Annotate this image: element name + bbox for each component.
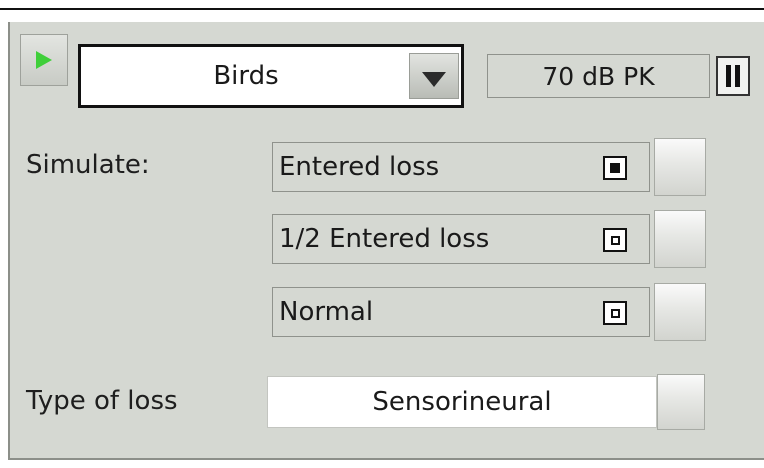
sound-select-dropdown-button[interactable] <box>409 53 459 99</box>
option-button-normal[interactable] <box>654 283 706 341</box>
top-divider <box>0 8 764 10</box>
radio-unchecked-indicator <box>610 235 620 245</box>
sound-select-value: Birds <box>213 61 279 91</box>
simulate-label: Simulate: <box>26 150 150 180</box>
play-button[interactable] <box>20 34 68 86</box>
option-label: 1/2 Entered loss <box>279 224 490 254</box>
pause-icon <box>726 65 731 87</box>
simulate-option-half-entered-loss[interactable]: 1/2 Entered loss <box>272 214 650 264</box>
type-of-loss-field[interactable]: Sensorineural <box>267 376 657 428</box>
type-of-loss-button[interactable] <box>657 374 705 430</box>
option-label: Normal <box>279 297 374 327</box>
option-button-half-entered-loss[interactable] <box>654 210 706 268</box>
simulate-option-normal[interactable]: Normal <box>272 287 650 337</box>
pause-icon-bar <box>735 65 740 87</box>
chevron-down-icon <box>422 71 446 87</box>
type-of-loss-label: Type of loss <box>26 386 178 416</box>
radio-unselected[interactable] <box>603 301 627 325</box>
radio-checked-indicator <box>610 163 620 173</box>
radio-unchecked-indicator <box>610 308 620 318</box>
radio-selected[interactable] <box>603 156 627 180</box>
play-icon <box>36 51 52 69</box>
sound-select[interactable]: Birds <box>78 44 464 108</box>
option-label: Entered loss <box>279 152 440 182</box>
option-button-entered-loss[interactable] <box>654 138 706 196</box>
level-readout: 70 dB PK <box>487 54 710 98</box>
simulate-option-entered-loss[interactable]: Entered loss <box>272 142 650 192</box>
pause-button[interactable] <box>716 56 750 96</box>
radio-unselected[interactable] <box>603 228 627 252</box>
